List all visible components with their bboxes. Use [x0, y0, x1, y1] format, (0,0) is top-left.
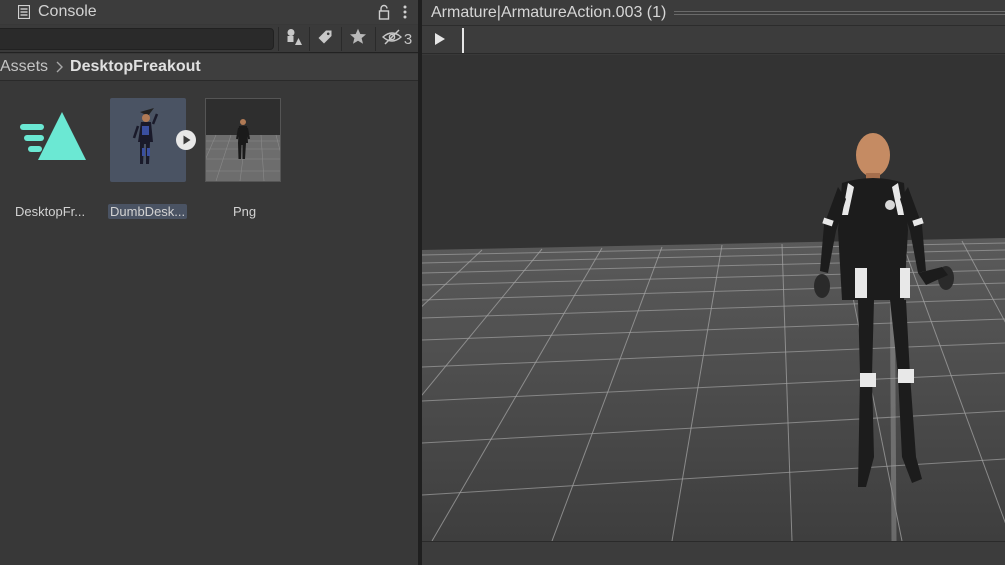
asset-grid: DesktopFr... DumbDesk... Png: [0, 82, 418, 565]
project-panel: Console 3 Assets DesktopFreakout Desktop…: [0, 0, 418, 565]
hidden-packages-count: 3: [403, 30, 413, 48]
menu-dots-icon[interactable]: [402, 4, 408, 20]
star-icon: [349, 28, 367, 50]
toolbar-divider: [375, 27, 376, 51]
breadcrumb: Assets DesktopFreakout: [0, 54, 418, 81]
favorites-button[interactable]: [343, 26, 373, 52]
filter-by-label-button[interactable]: [310, 26, 340, 52]
breadcrumb-current-folder[interactable]: DesktopFreakout: [70, 58, 201, 76]
filter-by-type-button[interactable]: [279, 26, 309, 52]
animation-preview-panel: Armature|ArmatureAction.003 (1): [422, 0, 1005, 565]
preview-footer: [422, 541, 1005, 565]
hidden-packages-button[interactable]: 3: [377, 26, 417, 52]
character-preview-scene: [422, 55, 1005, 541]
resize-grip[interactable]: [674, 10, 1005, 15]
asset-label: DumbDesk...: [108, 204, 188, 219]
tag-icon: [317, 29, 333, 50]
preview-viewport[interactable]: [422, 55, 1005, 541]
play-button[interactable]: [431, 32, 449, 50]
asset-label: DesktopFr...: [15, 204, 86, 219]
project-toolbar: 3: [0, 25, 418, 53]
play-icon: [434, 32, 446, 51]
tab-console[interactable]: Console: [0, 0, 418, 24]
eye-slash-icon: [381, 29, 402, 49]
triangle-speed-logo-icon: [18, 110, 94, 194]
search-input[interactable]: [0, 28, 274, 50]
console-icon: [17, 4, 31, 20]
preview-title: Armature|ArmatureAction.003 (1): [431, 3, 667, 21]
chevron-right-icon: [54, 60, 64, 74]
tab-bar: Console: [0, 0, 418, 24]
play-badge-icon[interactable]: [176, 130, 196, 150]
shapes-icon: [286, 28, 302, 51]
breadcrumb-assets[interactable]: Assets: [0, 58, 48, 76]
preview-header: Armature|ArmatureAction.003 (1): [422, 0, 1005, 25]
tab-label: Console: [38, 3, 97, 20]
image-thumbnail: [195, 98, 289, 182]
timeline-scrubber[interactable]: [462, 28, 464, 53]
asset-label: Png: [233, 204, 257, 219]
toolbar-divider: [341, 27, 342, 51]
playback-bar: [422, 25, 1005, 54]
lock-icon[interactable]: [378, 4, 390, 20]
model-thumbnail: [110, 98, 186, 182]
